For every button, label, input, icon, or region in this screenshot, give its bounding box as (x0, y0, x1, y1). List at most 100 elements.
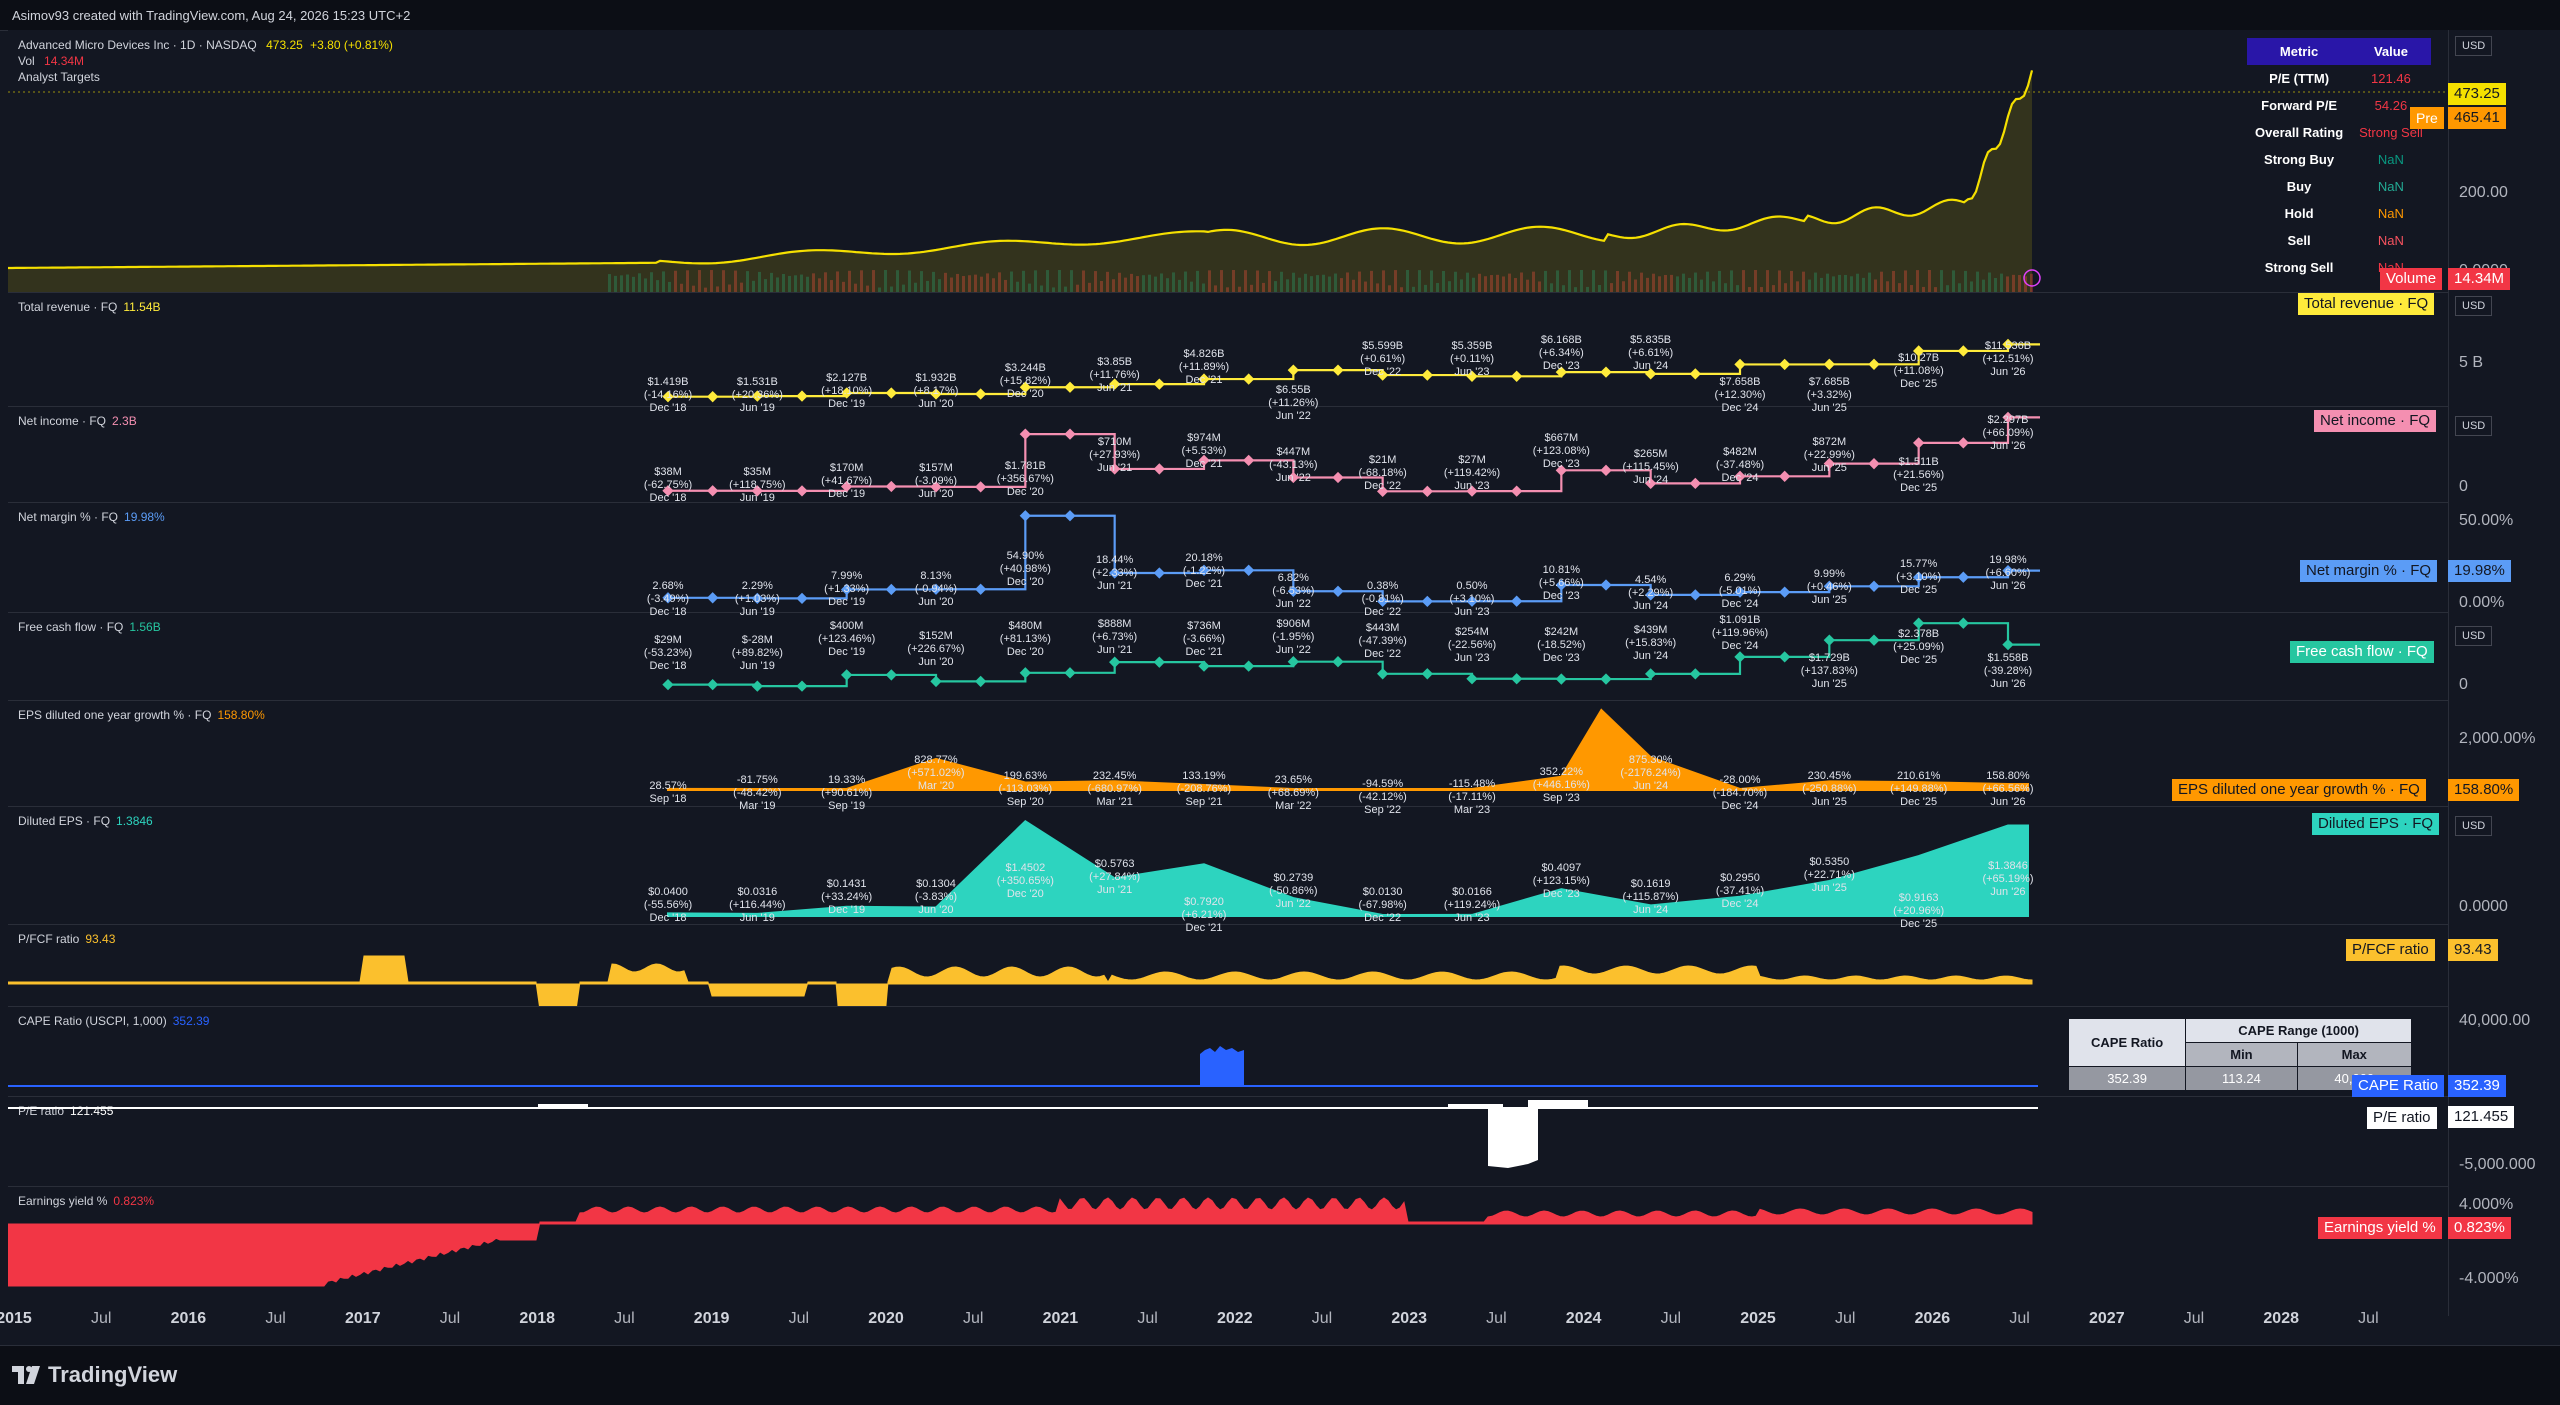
data-label-line: $21M (1368, 454, 1397, 466)
time-axis-label: Jul (962, 1310, 984, 1327)
data-label-line: (+571.02%) (907, 767, 965, 779)
data-point-marker (1153, 378, 1165, 390)
fcf-usd-button[interactable]: USD (2455, 626, 2493, 646)
data-label-line: $170M (829, 462, 864, 474)
data-label: $480M (+81.13%) Dec '20 (1000, 620, 1051, 659)
data-label-line: Jun '22 (1275, 472, 1311, 484)
data-label-line: $10.27B (1898, 352, 1940, 364)
data-label-line: $265M (1633, 448, 1668, 460)
data-label: $482M (-37.48%) Dec '24 (1716, 446, 1764, 485)
data-label-line: Dec '22 (1364, 648, 1402, 660)
cape-tag-value: 352.39 (2448, 1075, 2506, 1097)
income-usd-button[interactable]: USD (2455, 416, 2493, 436)
time-axis-label: Jul (90, 1310, 112, 1327)
revenue-pane[interactable]: Total revenue · FQ 11.54B $1.419B (-14.16%… (8, 292, 2456, 422)
data-label-line: (-208.76%) (1176, 783, 1232, 795)
margin-tag: Net margin % · FQ (2300, 560, 2438, 582)
pfcf-pane[interactable]: P/FCF ratio 93.43 (8, 924, 2456, 1007)
data-point-marker (1153, 463, 1165, 475)
earnings-yield-pane[interactable]: Earnings yield % 0.823% (8, 1186, 2456, 1300)
net-margin-pane[interactable]: Net margin % · FQ 19.98% 2.68% (-3.49%) Dec… (8, 502, 2456, 618)
data-label-line: (+350.65%) (996, 875, 1054, 887)
data-label-line: (+15.83%) (1625, 637, 1677, 649)
revenue-usd-button[interactable]: USD (2455, 296, 2493, 316)
data-label-line: (-55.56%) (643, 899, 693, 911)
data-point-marker (1957, 617, 1969, 629)
metric-key: Forward P/E (2261, 98, 2337, 113)
chart-area[interactable]: Advanced Micro Devices Inc · 1D · NASDAQ… (8, 30, 2456, 1316)
price-chart-svg (8, 70, 2448, 292)
data-label-line: (+119.96%) (1711, 627, 1769, 639)
pe-pane[interactable]: P/E ratio 121.455 (8, 1096, 2456, 1187)
data-label: $1.781B (+356.67%) Dec '20 (997, 460, 1054, 499)
data-label-line: $1.511B (1898, 456, 1939, 468)
data-label: $0.0400 (-55.56%) Dec '18 (644, 886, 692, 925)
data-label: $0.0130 (-67.98%) Dec '22 (1359, 886, 1407, 925)
time-axis-label: Jul (2009, 1310, 2030, 1327)
data-label-line: (+66.09%) (1982, 427, 2034, 439)
data-label: 7.99% (+1.33%) Dec '19 (824, 570, 869, 609)
data-point-marker (1779, 586, 1791, 598)
data-label-line: (+25.09%) (1893, 641, 1945, 653)
data-label: 232.45% (-680.97%) Mar '21 (1087, 770, 1141, 809)
data-label-line: Jun '20 (918, 596, 954, 608)
data-label-line: Jun '24 (1633, 904, 1669, 916)
data-label-line: $0.0316 (737, 886, 778, 898)
data-label: 28.57% Sep '18 (649, 780, 686, 806)
data-label-line: (+21.56%) (1893, 469, 1945, 481)
metric-table: Metric Value P/E (TTM) 121.46 Forward P/E 5… (2247, 38, 2431, 281)
data-label: 6.82% (-6.53%) Jun '22 (1272, 572, 1314, 611)
data-label: $242M (-18.52%) Dec '23 (1537, 626, 1585, 665)
data-point-marker (1511, 595, 1523, 607)
net-income-pane[interactable]: Net income · FQ 2.3B $38M (-62.75%) Dec '18… (8, 406, 2456, 504)
data-label-line: Dec '18 (649, 660, 687, 672)
data-label-line: $11.536B (1984, 340, 2032, 352)
data-label-line: Dec '20 (1006, 388, 1044, 400)
data-label-line: 2.29% (741, 580, 773, 592)
diluted-usd-button[interactable]: USD (2455, 816, 2493, 836)
data-label-line: 8.13% (920, 570, 952, 582)
data-label: $0.5350 (+22.71%) Jun '25 (1804, 856, 1855, 895)
data-label-line: (-3.83%) (914, 891, 958, 903)
data-label-line: (-14.16%) (643, 389, 693, 401)
data-point-marker (662, 678, 674, 691)
diluted-eps-pane[interactable]: Diluted EPS · FQ 1.3846 $0.0400 (-55.56%) D… (8, 806, 2456, 934)
data-label: $4.826B (+11.89%) Dec '21 (1179, 348, 1229, 387)
data-label-line: -115.48% (1448, 778, 1496, 790)
data-label: $400M (+123.46%) Dec '19 (818, 620, 875, 659)
data-label-line: (+2.33%) (1092, 567, 1138, 579)
data-point-marker (1600, 464, 1612, 476)
data-label-line: Jun '22 (1275, 644, 1311, 656)
time-axis-label: 2016 (170, 1310, 207, 1327)
data-label-line: (+3.10%) (1449, 593, 1495, 605)
data-label: $21M (-68.18%) Dec '22 (1359, 454, 1407, 493)
data-label: $0.1431 (+33.24%) Dec '19 (821, 878, 872, 917)
time-axis[interactable]: 2015 Jul 2016 Jul 2017 Jul 2018 Jul 2019 Jul 2020 J… (0, 1300, 2448, 1344)
data-label-line: Jun '23 (1454, 652, 1490, 664)
cape-range-title: CAPE Range (1000) (2185, 1018, 2412, 1043)
data-label-line: (+27.84%) (1089, 871, 1141, 883)
data-label-line: Jun '22 (1275, 598, 1311, 610)
fcf-pane[interactable]: Free cash flow · FQ 1.56B $29M (-53.23%) De… (8, 612, 2456, 701)
data-label-line: $1.932B (915, 372, 957, 384)
data-label: $906M (-1.95%) Jun '22 (1272, 618, 1314, 657)
data-point-marker (1913, 437, 1925, 449)
data-label: 199.63% (-113.03%) Sep '20 (999, 770, 1053, 809)
data-label: $710M (+27.93%) Jun '21 (1089, 436, 1140, 475)
eps-growth-pane[interactable]: EPS diluted one year growth % · FQ 158.80… (8, 700, 2456, 816)
data-point-marker (1600, 579, 1612, 591)
data-point-marker (885, 480, 897, 493)
data-label-line: (-22.56%) (1447, 639, 1497, 651)
price-usd-button[interactable]: USD (2455, 36, 2493, 56)
data-label-line: (-6.53%) (1272, 585, 1315, 597)
data-label-line: $0.0400 (648, 886, 688, 898)
pre-price-tag: 465.41 (2448, 107, 2506, 129)
eps-growth-tag-value: 158.80% (2448, 779, 2520, 801)
data-point-marker (1734, 358, 1746, 371)
time-axis-label: 2023 (1391, 1310, 1427, 1327)
data-point-marker (1153, 567, 1165, 579)
data-label-line: Dec '23 (1542, 888, 1580, 900)
data-label-line: (+27.93%) (1089, 449, 1141, 461)
price-pane[interactable]: Advanced Micro Devices Inc · 1D · NASDAQ… (8, 30, 2456, 293)
data-label-line: 19.98% (1989, 554, 2027, 566)
